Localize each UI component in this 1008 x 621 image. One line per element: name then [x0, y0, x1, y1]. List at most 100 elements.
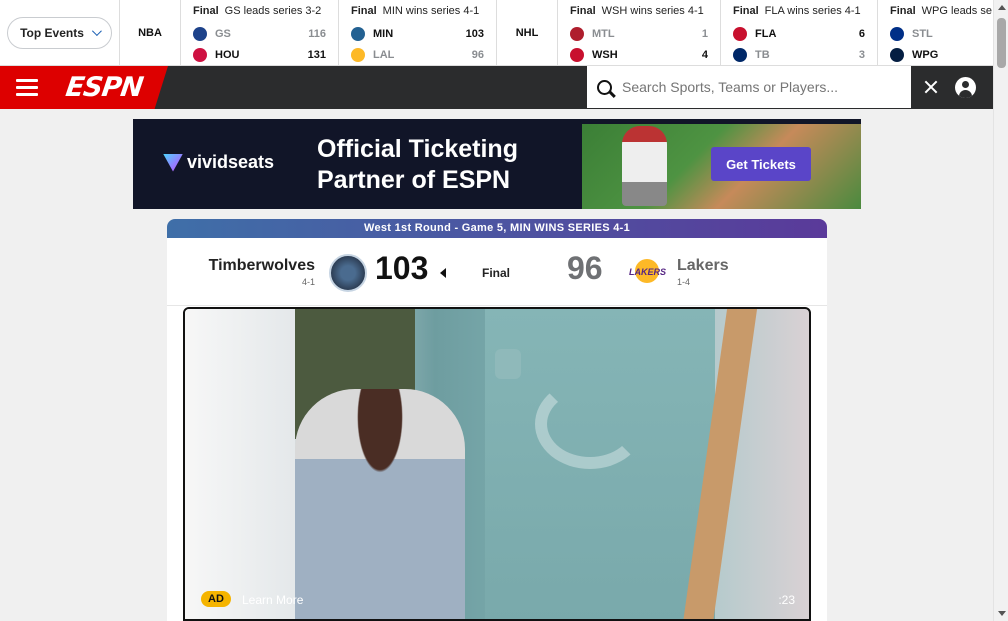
team-row: TB 3	[733, 44, 865, 65]
get-tickets-button[interactable]: Get Tickets	[711, 147, 811, 181]
team-score: 4	[701, 48, 708, 61]
timberwolves-logo-icon	[329, 254, 367, 292]
sponsor-logo: vividseats	[163, 152, 274, 173]
home-team-record: 4-1	[301, 277, 315, 287]
team-logo-icon	[570, 26, 584, 41]
team-row: FLA 6	[733, 23, 865, 44]
search-icon	[597, 79, 612, 95]
home-team[interactable]: Timberwolves 4-1	[209, 257, 315, 287]
learn-more-link[interactable]: Learn More	[242, 593, 303, 607]
team-row: WSH 4	[570, 44, 708, 65]
page-scrollbar[interactable]	[993, 0, 1008, 621]
away-team-record: 1-4	[677, 277, 691, 287]
game-status: Final	[193, 5, 219, 17]
team-row: MTL 1	[570, 23, 708, 44]
game-note: WPG leads se	[921, 5, 992, 17]
team-score: 1	[701, 27, 708, 40]
game-card: West 1st Round - Game 5, MIN WINS SERIES…	[167, 219, 827, 621]
search-input[interactable]	[622, 79, 892, 95]
video-scene-roller	[495, 349, 521, 379]
user-account-icon[interactable]	[955, 77, 976, 98]
team-abbr: MTL	[592, 27, 615, 40]
top-events-label: Top Events	[20, 25, 84, 40]
game-status: Final	[570, 5, 596, 17]
home-score: 103	[375, 250, 429, 286]
away-score: 96	[567, 250, 603, 286]
close-icon[interactable]	[922, 78, 940, 96]
team-abbr: WSH	[592, 48, 618, 61]
scoreline[interactable]: Timberwolves 4-1 103 Final 96 LAKERS Lak…	[167, 238, 827, 306]
game-status: Final	[890, 5, 916, 17]
team-row: LAL 96	[351, 44, 484, 65]
team-abbr: MIN	[373, 27, 394, 40]
game-tile[interactable]: Final WSH wins series 4-1 MTL 1 WSH 4	[558, 0, 721, 65]
team-abbr: GS	[215, 27, 231, 40]
team-abbr: WPG	[912, 48, 939, 61]
team-logo-icon	[890, 47, 904, 62]
team-score: 96	[471, 48, 484, 61]
team-logo-icon	[570, 47, 584, 62]
team-row: MIN 103	[351, 23, 484, 44]
game-status: Final	[351, 5, 377, 17]
team-logo-icon	[890, 26, 904, 41]
team-abbr: FLA	[755, 27, 777, 40]
game-status: Final	[733, 5, 759, 17]
team-logo-icon	[733, 26, 747, 41]
game-tile[interactable]: Final MIN wins series 4-1 MIN 103 LAL 96	[339, 0, 497, 65]
video-duration: :23	[778, 593, 795, 607]
team-score: 3	[858, 48, 865, 61]
game-tile[interactable]: Final WPG leads se STL WPG	[878, 0, 993, 65]
league-label-nhl[interactable]: NHL	[497, 0, 558, 65]
ad-headline: Official Ticketing Partner of ESPN	[317, 134, 518, 196]
team-logo-icon	[351, 47, 365, 62]
lakers-logo-text: LAKERS	[629, 267, 667, 277]
video-player[interactable]: AD Learn More :23	[183, 307, 811, 621]
ad-player-image	[622, 126, 667, 206]
team-abbr: HOU	[215, 48, 240, 61]
espn-logo[interactable]: ESPN	[64, 72, 145, 103]
team-abbr: STL	[912, 27, 933, 40]
top-events-cell: Top Events	[0, 0, 120, 65]
game-header: Final WPG leads se	[890, 5, 993, 17]
team-logo-icon	[351, 26, 365, 41]
vividseats-logo-icon	[163, 153, 183, 172]
game-tile[interactable]: Final FLA wins series 4-1 FLA 6 TB 3	[721, 0, 878, 65]
game-note: FLA wins series 4-1	[764, 5, 861, 17]
chevron-down-icon	[91, 26, 102, 37]
scoreboard-strip: Top Events NBA Final GS leads series 3-2 …	[0, 0, 993, 66]
team-logo-icon	[193, 26, 207, 41]
game-header: Final FLA wins series 4-1	[733, 5, 865, 17]
team-score: 131	[307, 48, 326, 61]
game-header: Final WSH wins series 4-1	[570, 5, 708, 17]
team-row: WPG	[890, 44, 993, 65]
league-label-nba[interactable]: NBA	[120, 0, 181, 65]
ad-banner[interactable]: vividseats Official Ticketing Partner of…	[133, 119, 861, 209]
series-banner: West 1st Round - Game 5, MIN WINS SERIES…	[167, 219, 827, 238]
lakers-logo-icon: LAKERS	[629, 256, 667, 290]
team-score: 116	[308, 27, 326, 40]
game-header: Final MIN wins series 4-1	[351, 5, 484, 17]
game-tile[interactable]: Final GS leads series 3-2 GS 116 HOU 131	[181, 0, 339, 65]
team-abbr: TB	[755, 48, 770, 61]
team-score: 103	[465, 27, 484, 40]
video-scene-girl	[295, 389, 465, 619]
away-team[interactable]: Lakers 1-4	[677, 257, 729, 287]
ad-headline-line1: Official Ticketing	[317, 135, 518, 163]
scroll-up-icon[interactable]	[998, 5, 1006, 10]
espn-navbar: ESPN	[0, 66, 993, 109]
team-row: GS 116	[193, 23, 326, 44]
winner-arrow-icon	[440, 268, 446, 278]
scroll-down-icon[interactable]	[998, 611, 1006, 616]
home-team-name: Timberwolves	[208, 257, 315, 274]
away-team-name: Lakers	[677, 257, 729, 274]
scroll-thumb[interactable]	[997, 18, 1006, 68]
ad-headline-line2: Partner of ESPN	[317, 166, 511, 194]
team-row: HOU 131	[193, 44, 326, 65]
game-note: MIN wins series 4-1	[382, 5, 480, 17]
team-logo-icon	[193, 47, 207, 62]
game-note: WSH wins series 4-1	[601, 5, 704, 17]
team-logo-icon	[733, 47, 747, 62]
game-note: GS leads series 3-2	[224, 5, 322, 17]
top-events-dropdown[interactable]: Top Events	[7, 16, 112, 49]
hamburger-menu-icon[interactable]	[16, 79, 38, 96]
